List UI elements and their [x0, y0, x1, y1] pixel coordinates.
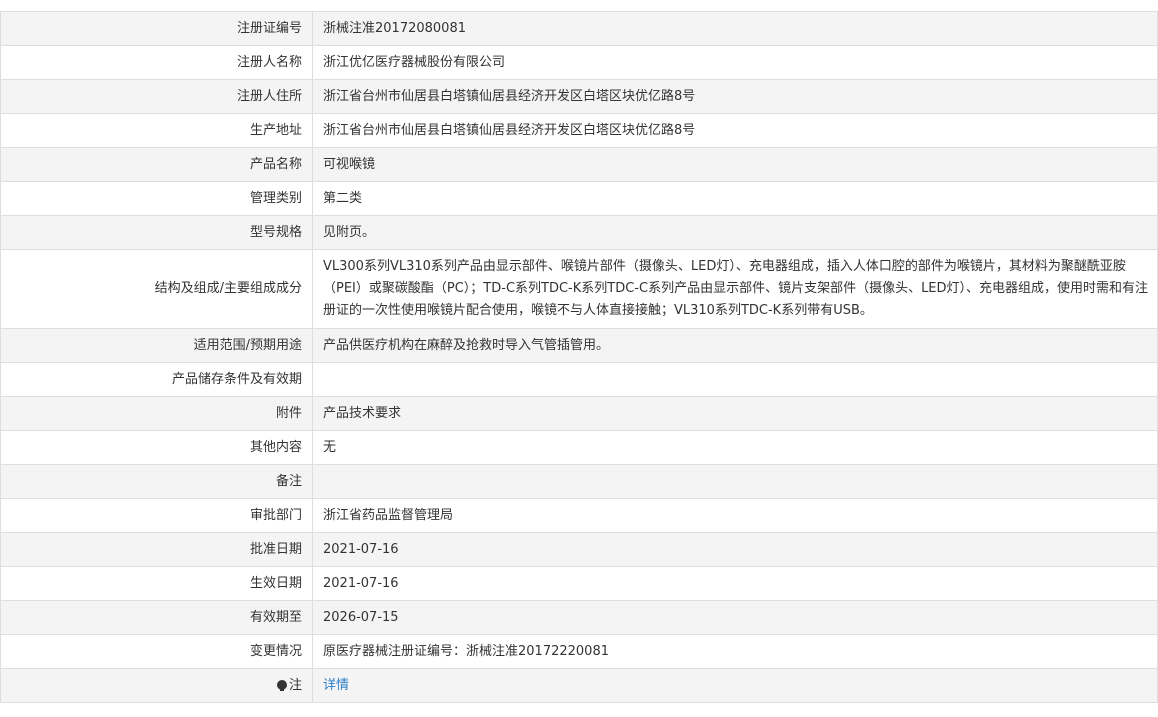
- row-label: 附件: [0, 396, 313, 431]
- row-value: 产品供医疗机构在麻醉及抢救时导入气管插管用。: [312, 328, 1158, 363]
- row-value: VL300系列VL310系列产品由显示部件、喉镜片部件（摄像头、LED灯）、充电…: [312, 249, 1158, 329]
- row-value: 无: [312, 430, 1158, 465]
- row-value: 2021-07-16: [312, 532, 1158, 567]
- table-row: 其他内容 无: [0, 430, 1158, 465]
- row-label: 注册人名称: [0, 45, 313, 80]
- row-value: 可视喉镜: [312, 147, 1158, 182]
- row-label: 适用范围/预期用途: [0, 328, 313, 363]
- table-row: 生效日期 2021-07-16: [0, 566, 1158, 601]
- registration-detail-table: 注册证编号 浙械注准20172080081 注册人名称 浙江优亿医疗器械股份有限…: [0, 11, 1158, 703]
- table-row: 产品名称 可视喉镜: [0, 147, 1158, 182]
- table-row: 型号规格 见附页。: [0, 215, 1158, 250]
- row-label: 批准日期: [0, 532, 313, 567]
- row-label: 结构及组成/主要组成成分: [0, 249, 313, 329]
- table-row: 附件 产品技术要求: [0, 396, 1158, 431]
- row-label: 注册人住所: [0, 79, 313, 114]
- row-value: [312, 464, 1158, 499]
- row-label: 其他内容: [0, 430, 313, 465]
- table-row: 审批部门 浙江省药品监督管理局: [0, 498, 1158, 533]
- row-value: 浙江省药品监督管理局: [312, 498, 1158, 533]
- row-label: 注册证编号: [0, 11, 313, 46]
- table-row: 产品储存条件及有效期: [0, 362, 1158, 397]
- table-row: 备注: [0, 464, 1158, 499]
- row-label: 生产地址: [0, 113, 313, 148]
- row-value: 2026-07-15: [312, 600, 1158, 635]
- row-label: 生效日期: [0, 566, 313, 601]
- details-link[interactable]: 详情: [323, 678, 349, 693]
- row-label: 变更情况: [0, 634, 313, 669]
- row-value: 第二类: [312, 181, 1158, 216]
- table-row: 注册人住所 浙江省台州市仙居县白塔镇仙居县经济开发区白塔区块优亿路8号: [0, 79, 1158, 114]
- row-label: 备注: [0, 464, 313, 499]
- row-value: 原医疗器械注册证编号：浙械注准20172220081: [312, 634, 1158, 669]
- row-value: 浙江省台州市仙居县白塔镇仙居县经济开发区白塔区块优亿路8号: [312, 79, 1158, 114]
- row-value: 浙械注准20172080081: [312, 11, 1158, 46]
- note-label-cell: 注: [0, 668, 313, 703]
- row-label: 有效期至: [0, 600, 313, 635]
- table-row: 生产地址 浙江省台州市仙居县白塔镇仙居县经济开发区白塔区块优亿路8号: [0, 113, 1158, 148]
- table-row: 管理类别 第二类: [0, 181, 1158, 216]
- row-value: 浙江优亿医疗器械股份有限公司: [312, 45, 1158, 80]
- row-value: 见附页。: [312, 215, 1158, 250]
- note-value-cell: 详情: [312, 668, 1158, 703]
- table-row: 注册证编号 浙械注准20172080081: [0, 11, 1158, 46]
- note-row: 注 详情: [0, 668, 1158, 703]
- table-row: 变更情况 原医疗器械注册证编号：浙械注准20172220081: [0, 634, 1158, 669]
- row-label: 产品名称: [0, 147, 313, 182]
- table-body: 注册证编号 浙械注准20172080081 注册人名称 浙江优亿医疗器械股份有限…: [0, 11, 1158, 703]
- table-row: 结构及组成/主要组成成分 VL300系列VL310系列产品由显示部件、喉镜片部件…: [0, 249, 1158, 329]
- row-value: 2021-07-16: [312, 566, 1158, 601]
- bulb-icon: [276, 680, 287, 691]
- note-label: 注: [288, 678, 302, 693]
- row-label: 产品储存条件及有效期: [0, 362, 313, 397]
- row-value: [312, 362, 1158, 397]
- row-label: 审批部门: [0, 498, 313, 533]
- table-row: 批准日期 2021-07-16: [0, 532, 1158, 567]
- table-row: 适用范围/预期用途 产品供医疗机构在麻醉及抢救时导入气管插管用。: [0, 328, 1158, 363]
- row-label: 管理类别: [0, 181, 313, 216]
- table-row: 注册人名称 浙江优亿医疗器械股份有限公司: [0, 45, 1158, 80]
- row-label: 型号规格: [0, 215, 313, 250]
- row-value: 浙江省台州市仙居县白塔镇仙居县经济开发区白塔区块优亿路8号: [312, 113, 1158, 148]
- table-row: 有效期至 2026-07-15: [0, 600, 1158, 635]
- row-value: 产品技术要求: [312, 396, 1158, 431]
